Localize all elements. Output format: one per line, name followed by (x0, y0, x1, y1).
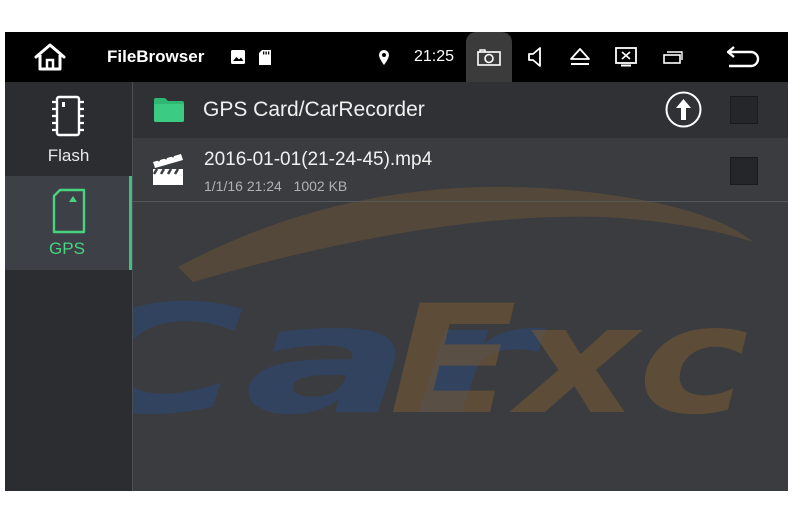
sd-card-icon (257, 32, 273, 82)
back-button[interactable] (721, 32, 765, 82)
recent-apps-button[interactable] (661, 32, 685, 82)
image-icon (229, 32, 247, 82)
sidebar-item-label: Flash (47, 146, 90, 165)
camera-button[interactable] (466, 32, 512, 82)
screen-off-icon (615, 47, 637, 67)
recent-apps-icon (663, 51, 683, 64)
file-size: 1002 KB (293, 178, 348, 194)
status-bar: FileBrowser 21:25 (5, 32, 788, 82)
watermark-text-exc: Exc (389, 274, 749, 448)
home-button[interactable] (30, 32, 70, 82)
eject-button[interactable] (567, 32, 593, 82)
sd-card-icon (52, 188, 86, 234)
sidebar-item-label: GPS (49, 239, 85, 258)
current-path: GPS Card/CarRecorder (203, 98, 425, 121)
file-list-panel: Car Exc GPS Card/CarRecorder (133, 82, 788, 491)
storage-sidebar: Flash GPS (5, 82, 132, 491)
location-pin-icon (376, 32, 392, 82)
camera-icon (477, 48, 501, 66)
device-screen: FileBrowser 21:25 Flash GPS ar Exc GPS C… (5, 32, 788, 491)
video-clapper-icon (152, 152, 183, 185)
select-all-checkbox[interactable] (730, 96, 758, 124)
back-icon (726, 46, 760, 68)
file-name: 2016-01-01(21-24-45).mp4 (204, 149, 433, 170)
folder-icon (154, 98, 184, 122)
sidebar-item-flash[interactable]: Flash (5, 82, 132, 176)
list-item[interactable]: 2016-01-01(21-24-45).mp4 1/1/16 21:24 10… (133, 138, 788, 202)
home-icon (34, 43, 66, 71)
arrow-up-circle-icon (665, 91, 702, 128)
volume-icon (528, 47, 541, 67)
file-checkbox[interactable] (730, 157, 758, 185)
volume-button[interactable] (523, 32, 549, 82)
go-up-button[interactable] (665, 91, 702, 128)
file-date: 1/1/16 21:24 (204, 178, 282, 194)
app-title: FileBrowser (107, 47, 205, 66)
chip-icon (52, 95, 84, 137)
row-divider (133, 201, 788, 202)
eject-icon (570, 48, 590, 65)
screen-off-button[interactable] (613, 32, 639, 82)
sidebar-item-gps[interactable]: GPS (5, 176, 132, 270)
file-meta: 1/1/16 21:24 1002 KB (204, 178, 347, 194)
path-header: GPS Card/CarRecorder (133, 82, 788, 138)
clock: 21:25 (414, 48, 455, 65)
